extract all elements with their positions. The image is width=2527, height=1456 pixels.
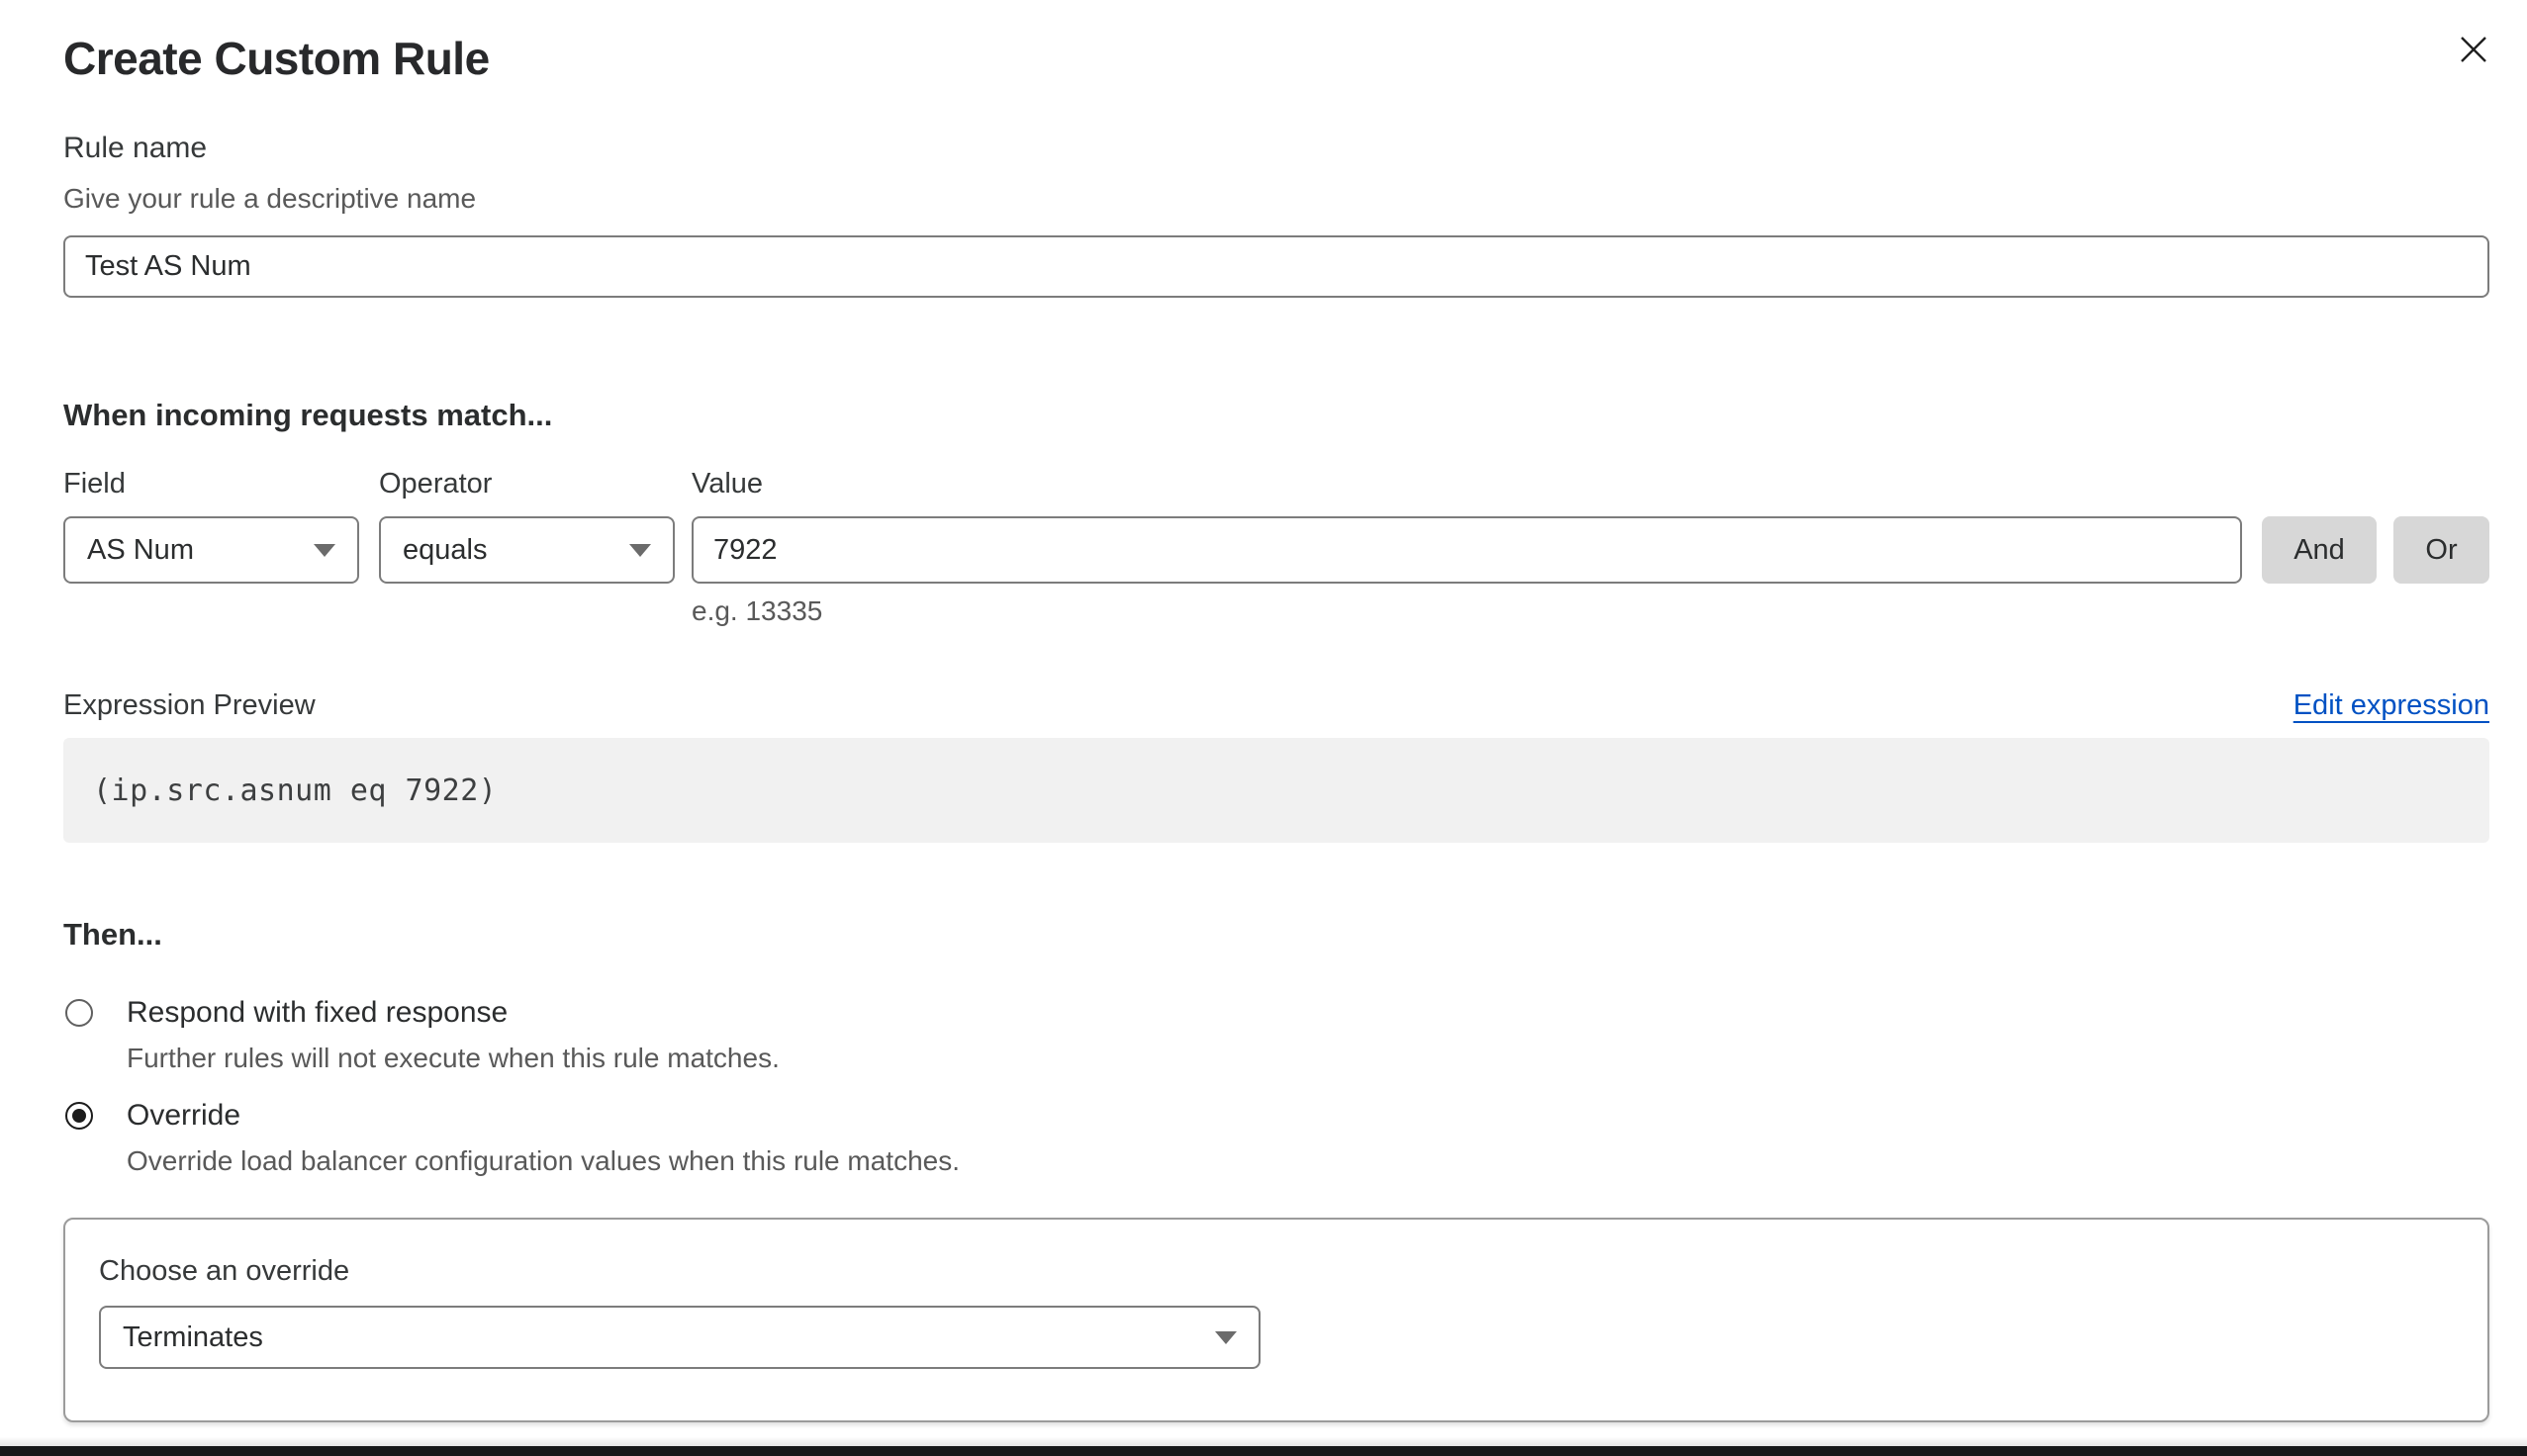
fixed-response-radio[interactable]: Respond with fixed response (63, 996, 2489, 1030)
override-panel: Choose an override Terminates (63, 1218, 2489, 1422)
edit-expression-link[interactable]: Edit expression (2293, 689, 2489, 722)
match-heading: When incoming requests match... (63, 397, 2489, 435)
operator-label: Operator (379, 468, 492, 500)
expression-header: Expression Preview Edit expression (63, 689, 2489, 722)
override-select[interactable]: Terminates (99, 1306, 1261, 1369)
then-heading: Then... (63, 916, 2489, 955)
expression-code: (ip.src.asnum eq 7922) (93, 774, 497, 808)
operator-select-value: equals (403, 534, 487, 567)
rule-name-helper: Give your rule a descriptive name (63, 181, 2489, 216)
expression-preview-box: (ip.src.asnum eq 7922) (63, 738, 2489, 843)
rule-name-label: Rule name (63, 130, 2489, 167)
then-option-fixed-response: Respond with fixed response Further rule… (63, 996, 2489, 1075)
close-button[interactable] (2454, 30, 2493, 69)
match-column-labels: Field Operator Value (63, 468, 2489, 503)
chevron-down-icon (314, 544, 335, 557)
value-input[interactable] (692, 516, 2242, 584)
chevron-down-icon (1215, 1331, 1237, 1344)
expression-preview-label: Expression Preview (63, 689, 316, 722)
field-select[interactable]: AS Num (63, 516, 359, 584)
dialog-title: Create Custom Rule (63, 0, 2489, 86)
value-label: Value (692, 468, 763, 500)
override-radio[interactable]: Override (63, 1099, 2489, 1133)
choose-override-label: Choose an override (99, 1253, 2454, 1289)
value-hint: e.g. 13335 (692, 593, 2489, 628)
then-option-override: Override Override load balancer configur… (63, 1099, 2489, 1178)
radio-circle-icon (65, 1102, 93, 1130)
bottom-dark-bar (0, 1446, 2527, 1456)
and-button[interactable]: And (2262, 516, 2377, 584)
field-select-value: AS Num (87, 534, 194, 567)
override-select-value: Terminates (123, 1321, 263, 1354)
override-description: Override load balancer configuration val… (127, 1143, 2489, 1178)
create-custom-rule-dialog: Create Custom Rule Rule name Give your r… (0, 0, 2527, 1456)
operator-select[interactable]: equals (379, 516, 675, 584)
override-label: Override (127, 1099, 240, 1133)
fixed-response-description: Further rules will not execute when this… (127, 1041, 2489, 1075)
bottom-fade (0, 1437, 2527, 1446)
radio-circle-icon (65, 999, 93, 1027)
rule-name-input[interactable] (63, 235, 2489, 298)
close-icon (2459, 35, 2488, 64)
chevron-down-icon (629, 544, 651, 557)
or-button[interactable]: Or (2393, 516, 2489, 584)
fixed-response-label: Respond with fixed response (127, 996, 508, 1030)
field-label: Field (63, 468, 126, 500)
match-controls-row: AS Num equals And Or (63, 516, 2489, 584)
